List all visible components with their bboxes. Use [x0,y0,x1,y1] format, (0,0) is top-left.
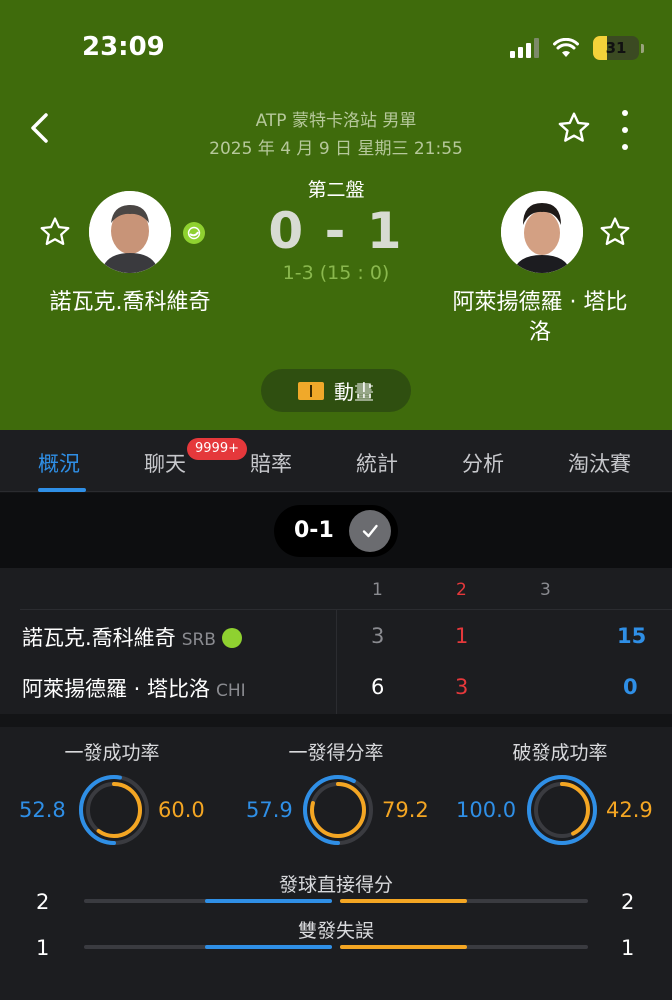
home-aces: 2 [36,890,50,914]
stat-title-double-faults: 雙發失誤 [297,920,374,942]
tab-bar: 概況 聊天 賠率 統計 分析 淘汰賽 [0,430,672,492]
stat-title-first-serve-in: 一發成功率 [64,742,160,764]
tab-analysis[interactable]: 分析 [462,448,504,478]
away-set2-score: 3 [455,675,469,699]
star-icon [600,217,630,246]
tab-overview[interactable]: 概況 [38,448,80,478]
away-double-faults: 1 [621,936,635,960]
player-portrait-icon [501,191,583,273]
away-points: 0 [623,675,638,699]
divider [336,610,337,714]
favorite-match-button[interactable] [556,110,592,153]
home-set1-score: 3 [371,624,385,648]
ring-chart-break-points [527,775,597,845]
table-row-home: 諾瓦克.喬科維奇 SRB [22,622,242,652]
set-selector-label: 0-1 [294,518,334,543]
current-set-label: 第二盤 [307,179,365,201]
home-aces-bar [205,899,332,903]
away-first-serve-won: 79.2 [382,798,429,822]
home-double-faults-bar [205,945,332,949]
stat-title-aces: 發球直接得分 [278,874,393,896]
away-player-name[interactable]: 阿萊揚德羅 · 塔比 洛 [440,288,640,348]
serving-indicator-icon [221,628,242,648]
tab-odds[interactable]: 賠率 [250,448,292,478]
battery-level: 31 [605,39,627,57]
dot [622,127,628,133]
wifi-icon [553,38,579,57]
chat-count-badge: 9999+ [187,438,247,460]
home-points: 15 [617,624,647,648]
tab-knockout[interactable]: 淘汰賽 [568,448,631,478]
set-header-2: 2 [456,580,467,600]
court-icon [298,381,324,400]
stat-title-break-points: 破發成功率 [512,742,608,764]
animation-label: 動畫 [334,380,374,404]
home-double-faults: 1 [36,936,50,960]
divider [20,609,672,610]
away-nationality: CHI [216,681,246,701]
away-aces: 2 [621,890,635,914]
ring-chart-first-serve-in [79,775,149,845]
status-time: 23:09 [82,32,165,62]
battery-icon: 31 [593,36,639,60]
away-double-faults-bar [340,945,467,949]
game-score: 1-3 (15 : 0) [282,262,390,284]
away-player-name: 阿萊揚德羅 · 塔比洛 [22,677,211,701]
more-options-button[interactable] [612,110,638,150]
home-ring-arc [527,775,597,845]
follow-away-player-button[interactable] [598,215,632,255]
home-first-serve-won: 57.9 [246,798,293,822]
stat-title-first-serve-won: 一發得分率 [288,742,384,764]
away-player-name-line1: 阿萊揚德羅 · 塔比 [452,290,628,315]
away-player-name-line2: 洛 [528,320,551,345]
home-nationality: SRB [181,630,216,650]
set-header-3: 3 [540,580,551,600]
ring-chart-first-serve-won [303,775,373,845]
status-icons: 31 [510,36,644,60]
away-break-points: 42.9 [606,798,653,822]
home-first-serve-in: 52.8 [19,798,66,822]
battery-tip [641,43,644,53]
home-player-name: 諾瓦克.喬科維奇 [22,626,176,650]
away-aces-bar [340,899,467,903]
away-set1-score: 6 [371,675,385,699]
animation-button[interactable]: 動畫 [261,369,411,412]
dot [622,144,628,150]
match-header: 23:09 31 ATP 蒙特卡洛站 男單 2025 年 4 月 9 日 星期三… [0,0,672,430]
tab-chat[interactable]: 聊天 [144,448,186,478]
check-icon[interactable] [349,510,391,552]
tab-statistics[interactable]: 統計 [356,448,398,478]
dot [622,110,628,116]
stats-panel [0,727,672,1000]
active-tab-indicator [38,488,86,492]
star-icon [558,112,590,142]
home-player-name[interactable]: 諾瓦克.喬科維奇 [34,288,226,318]
home-break-points: 100.0 [456,798,517,822]
cellular-signal-icon [510,38,539,58]
set-header-1: 1 [372,580,383,600]
away-player-avatar[interactable] [501,191,583,273]
table-row-away: 阿萊揚德羅 · 塔比洛 CHI [22,673,246,703]
home-set2-score: 1 [455,624,469,648]
away-first-serve-in: 60.0 [158,798,205,822]
